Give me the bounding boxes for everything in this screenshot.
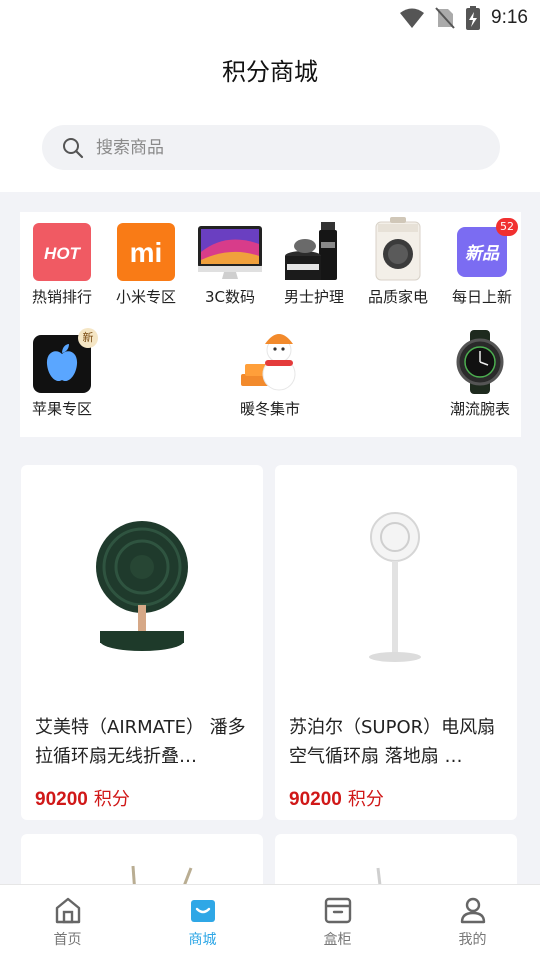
product-price: 90200 积分 — [289, 785, 503, 811]
category-fashion-watches[interactable]: 潮流腕表 — [438, 330, 522, 419]
price-value: 90200 — [35, 789, 88, 810]
page-title: 积分商城 — [222, 58, 318, 86]
svg-text:mi: mi — [130, 237, 163, 268]
hot-icon: HOT — [32, 222, 92, 282]
svg-text:新品: 新品 — [465, 244, 500, 264]
category-winter-market[interactable]: 暖冬集市 — [228, 328, 312, 419]
new-badge: 新 — [78, 328, 98, 348]
status-icons: 9:16 — [399, 4, 528, 32]
shopping-bag-icon — [190, 900, 215, 922]
product-image — [21, 465, 263, 695]
svg-text:HOT: HOT — [44, 244, 82, 263]
product-name: 苏泊尔（SUPOR）电风扇 空气循环扇 落地扇 … — [289, 717, 496, 767]
wristwatch-icon — [450, 330, 510, 394]
tab-box-cabinet[interactable]: 盒柜 — [270, 885, 405, 960]
snowman-icon — [235, 328, 305, 394]
clock: 9:16 — [491, 7, 528, 28]
price-value: 90200 — [289, 789, 342, 810]
category-apple[interactable]: 新 苹果专区 — [20, 328, 104, 419]
product-card[interactable]: 苏泊尔（SUPOR）电风扇 空气循环扇 落地扇 … 90200 积分 — [275, 465, 517, 820]
user-icon — [460, 897, 485, 924]
category-label: 潮流腕表 — [449, 400, 510, 418]
search-icon — [63, 137, 84, 158]
new-products-icon: 新品 52 — [452, 218, 518, 282]
product-price: 90200 积分 — [35, 785, 249, 811]
search-input[interactable] — [96, 137, 456, 158]
tab-label: 我的 — [458, 932, 487, 948]
category-mens-care[interactable]: 男士护理 — [272, 216, 356, 307]
battery-charging-icon — [466, 6, 481, 30]
home-icon — [55, 897, 80, 924]
search-bar[interactable] — [42, 125, 500, 170]
product-image — [275, 465, 517, 695]
tab-label: 商城 — [188, 932, 217, 948]
category-xiaomi[interactable]: mi 小米专区 — [104, 222, 188, 307]
category-3c-digital[interactable]: 3C数码 — [188, 222, 272, 307]
category-label: 暖冬集市 — [239, 400, 300, 418]
bottom-tab-bar: 首页 商城 盒柜 我的 — [0, 884, 540, 960]
new-count-badge: 52 — [496, 218, 518, 236]
wifi-icon — [400, 8, 425, 28]
no-sim-icon — [435, 7, 455, 29]
product-card[interactable]: 艾美特（AIRMATE） 潘多拉循环扇无线折叠… 90200 积分 — [21, 465, 263, 820]
tab-label: 盒柜 — [323, 932, 352, 948]
category-label: 每日上新 — [451, 288, 512, 306]
tab-label: 首页 — [53, 932, 82, 948]
category-label: 苹果专区 — [31, 400, 92, 418]
category-label: 品质家电 — [367, 288, 428, 306]
category-label: 3C数码 — [204, 288, 256, 306]
category-daily-new[interactable]: 新品 52 每日上新 — [440, 218, 524, 307]
tab-profile[interactable]: 我的 — [405, 885, 540, 960]
washing-machine-icon — [368, 216, 428, 282]
category-label: 小米专区 — [115, 288, 176, 306]
tab-mall[interactable]: 商城 — [135, 885, 270, 960]
imac-icon — [198, 222, 262, 282]
category-home-appliances[interactable]: 品质家电 — [356, 216, 440, 307]
box-icon — [324, 897, 351, 924]
price-unit: 积分 — [347, 789, 384, 810]
tab-home[interactable]: 首页 — [0, 885, 135, 960]
page-header: 积分商城 — [0, 36, 540, 192]
mens-care-products-icon — [284, 216, 344, 282]
product-name: 艾美特（AIRMATE） 潘多拉循环扇无线折叠… — [35, 717, 246, 767]
status-bar: 9:16 — [0, 0, 540, 36]
apple-logo-icon: 新 — [32, 328, 98, 394]
category-label: 男士护理 — [283, 288, 344, 306]
category-label: 热销排行 — [31, 288, 92, 306]
xiaomi-logo-icon: mi — [116, 222, 176, 282]
category-hot-ranking[interactable]: HOT 热销排行 — [20, 222, 104, 307]
price-unit: 积分 — [93, 789, 130, 810]
category-grid: HOT 热销排行 mi 小米专区 3C数码 男士护理 品质家电 新品 52 每日… — [20, 212, 521, 437]
